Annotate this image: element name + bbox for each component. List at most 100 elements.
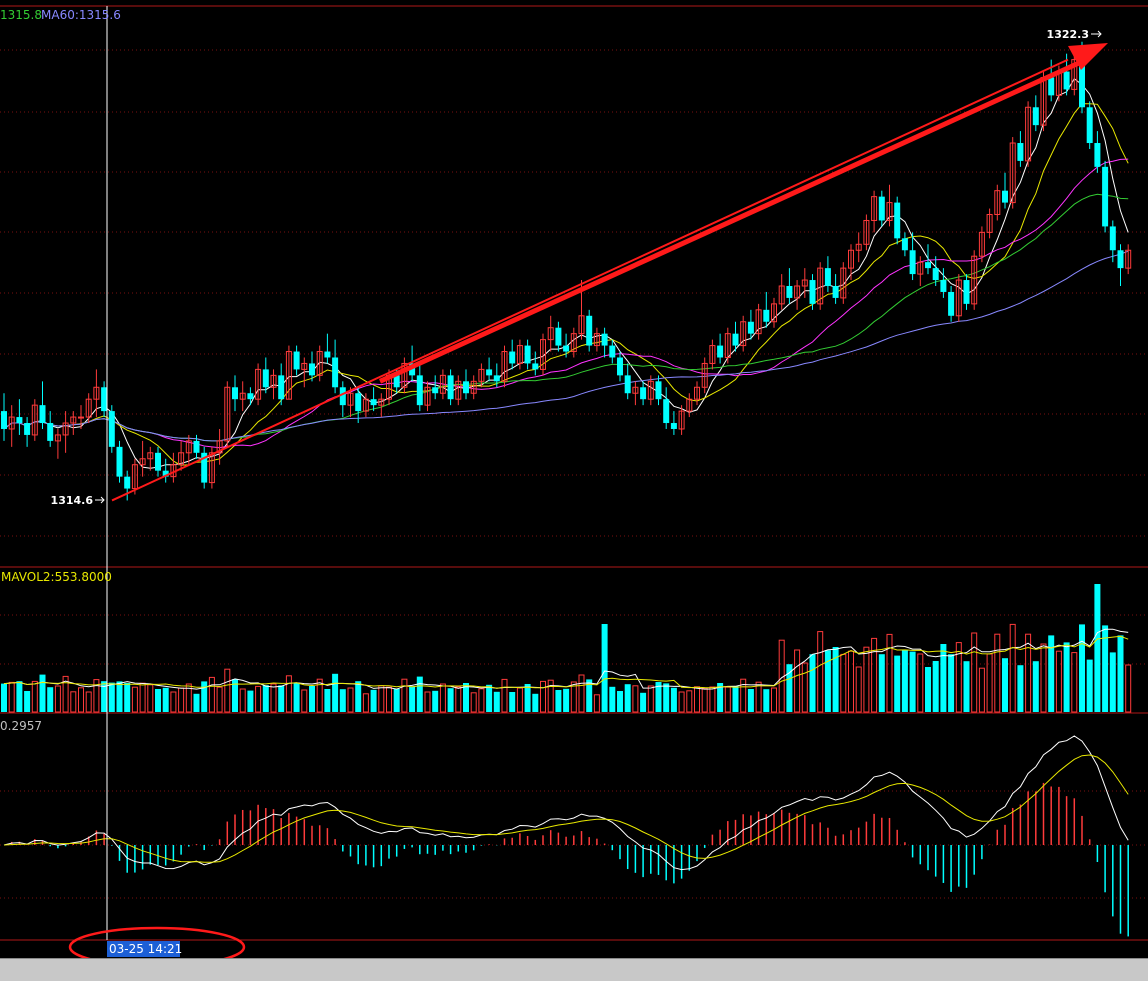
candle-body-down bbox=[116, 446, 123, 477]
volume-bar-down bbox=[409, 686, 416, 712]
volume-bar-up bbox=[863, 646, 870, 713]
candle-body-down bbox=[640, 387, 647, 400]
volume-bar-up bbox=[301, 689, 308, 713]
volume-bar-up bbox=[986, 653, 993, 713]
volume-bar-down bbox=[1063, 642, 1070, 712]
candle-body-down bbox=[493, 375, 500, 382]
candle-body-down bbox=[732, 333, 739, 346]
volume-bar-up bbox=[439, 683, 446, 713]
volume-bar-down bbox=[925, 667, 931, 712]
volume-indicator-label: MAVOL2:553.8000 bbox=[1, 570, 112, 584]
volume-bar-up bbox=[516, 687, 523, 713]
candle-body-down bbox=[1086, 107, 1093, 144]
candle-body-down bbox=[524, 345, 531, 364]
volume-bar-up bbox=[478, 688, 485, 713]
volume-bar-down bbox=[370, 689, 377, 712]
ma5-line bbox=[3, 77, 1129, 469]
volume-bar-up bbox=[470, 692, 477, 713]
volume-bar-down bbox=[524, 684, 531, 712]
volume-bar-up bbox=[794, 649, 801, 713]
volume-bar-down bbox=[1017, 665, 1024, 712]
candle-body-down bbox=[617, 357, 623, 376]
volume-bar-down bbox=[108, 682, 115, 712]
volume-bar-up bbox=[70, 691, 77, 713]
volume-bar-down bbox=[670, 687, 677, 712]
ma30-line bbox=[3, 193, 1129, 442]
volume-bar-up bbox=[1009, 623, 1016, 713]
volume-bar-down bbox=[948, 654, 955, 712]
volume-bar-up bbox=[78, 687, 84, 713]
volume-bar-up bbox=[131, 686, 138, 713]
volume-bar-down bbox=[486, 684, 493, 712]
macd-dif-line bbox=[3, 735, 1129, 871]
candle-body-down bbox=[262, 369, 269, 388]
candle-body-down bbox=[370, 399, 377, 406]
volume-bar-up bbox=[1055, 650, 1062, 713]
volume-bar-up bbox=[1025, 633, 1032, 713]
volume-bar-up bbox=[840, 653, 847, 713]
volume-bar-down bbox=[1079, 624, 1085, 712]
volume-bar-down bbox=[640, 692, 647, 712]
candle-body-down bbox=[24, 423, 31, 435]
candle-body-down bbox=[432, 387, 439, 394]
candle-body-down bbox=[1032, 107, 1039, 126]
candle-body-down bbox=[940, 280, 947, 292]
chart-canvas[interactable]: 1315.8 MA60:1315.6 1322.3 1314.6 MAVOL2:… bbox=[0, 0, 1148, 968]
candle-body-down bbox=[416, 375, 423, 406]
volume-bar-down bbox=[1109, 652, 1116, 712]
candle-body-up bbox=[78, 416, 84, 419]
volume-bar-up bbox=[170, 691, 177, 713]
candle-body-down bbox=[309, 363, 315, 376]
volume-bar-down bbox=[878, 654, 885, 712]
volume-bar-down bbox=[609, 686, 616, 712]
volume-bar-down bbox=[339, 689, 346, 712]
macd-dea-line bbox=[3, 754, 1129, 863]
volume-bar-down bbox=[747, 689, 754, 712]
candle-body-down bbox=[909, 250, 916, 275]
volume-bar-down bbox=[278, 685, 285, 712]
candle-body-down bbox=[1, 411, 7, 429]
volume-bar-down bbox=[940, 644, 947, 712]
volume-bar-up bbox=[540, 680, 546, 713]
volume-ma5-line bbox=[3, 628, 1129, 690]
candle-body-down bbox=[486, 369, 493, 376]
candle-body-down bbox=[809, 280, 816, 304]
volume-bar-up bbox=[547, 679, 554, 713]
volume-bar-down bbox=[332, 673, 339, 712]
candle-body-down bbox=[247, 393, 254, 400]
volume-bar-up bbox=[971, 632, 978, 713]
candle-body-down bbox=[532, 363, 539, 370]
volume-bar-down bbox=[555, 690, 562, 712]
candle-body-down bbox=[747, 321, 754, 334]
volume-bar-up bbox=[85, 691, 92, 713]
candle-body-down bbox=[1002, 190, 1008, 203]
volume-bar-up bbox=[871, 637, 878, 713]
volume-bar-up bbox=[701, 687, 708, 713]
candlestick-chart[interactable]: 1315.8 MA60:1315.6 1322.3 1314.6 MAVOL2:… bbox=[0, 0, 1148, 981]
candle-body-down bbox=[1094, 143, 1101, 167]
volume-bar-down bbox=[901, 649, 908, 712]
candle-body-down bbox=[1102, 166, 1109, 227]
candle-body-down bbox=[39, 405, 46, 424]
candle-body-down bbox=[763, 309, 770, 322]
volume-bar-down bbox=[1086, 659, 1093, 712]
volume-bar-up bbox=[978, 667, 985, 713]
candle-body-down bbox=[670, 423, 677, 429]
candle-body-down bbox=[1063, 71, 1070, 90]
volume-bar-up bbox=[401, 678, 408, 713]
volume-bar-up bbox=[755, 681, 762, 713]
volume-bar-up bbox=[1040, 643, 1047, 713]
candle-body-down bbox=[1048, 77, 1055, 96]
candle-body-down bbox=[563, 345, 570, 352]
candle-body-down bbox=[824, 268, 831, 286]
volume-bar-up bbox=[255, 685, 262, 713]
volume-bar-up bbox=[694, 686, 700, 713]
candle-body-down bbox=[878, 196, 885, 221]
volume-bar-up bbox=[917, 653, 924, 713]
volume-bar-up bbox=[724, 686, 731, 713]
volume-bar-up bbox=[848, 650, 854, 713]
low-price-label: 1314.6 bbox=[51, 494, 94, 507]
volume-bar-up bbox=[1071, 652, 1078, 713]
volume-bar-down bbox=[932, 661, 939, 712]
candle-body-down bbox=[293, 351, 300, 370]
